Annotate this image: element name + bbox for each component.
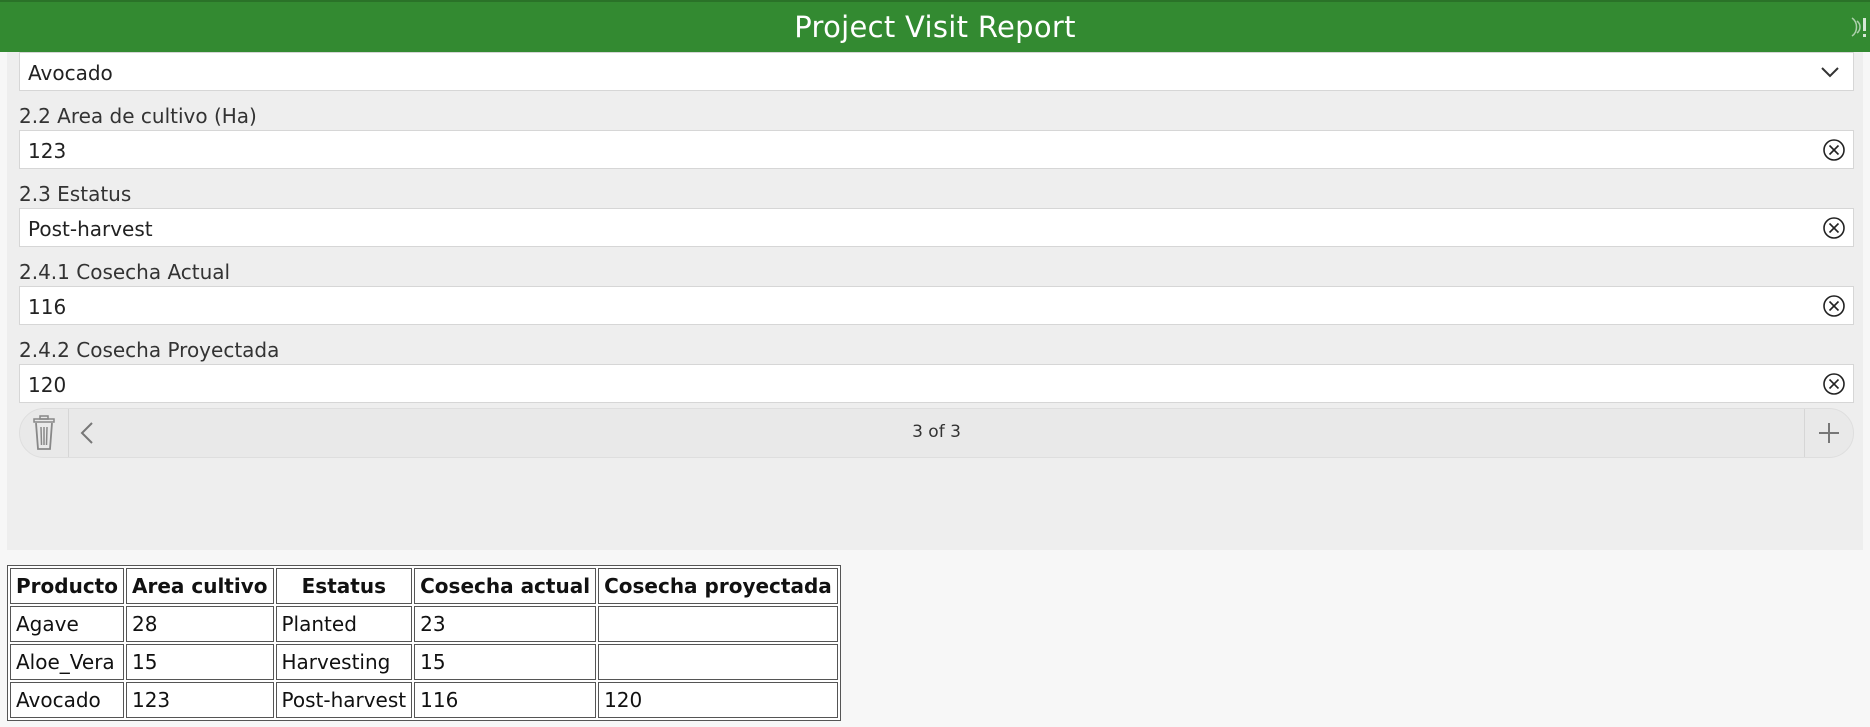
table-cell: 116 [414, 682, 597, 718]
table-cell: Agave [10, 606, 124, 642]
pager-position: 3 of 3 [912, 422, 961, 442]
column-header: Area cultivo [125, 568, 274, 604]
area-label: 2.2 Area de cultivo (Ha) [19, 104, 257, 128]
table-cell: 15 [125, 644, 274, 680]
column-header: Cosecha actual [414, 568, 597, 604]
repeat-pager: 3 of 3 [19, 408, 1854, 458]
clear-icon[interactable] [1822, 216, 1846, 240]
column-header: Cosecha proyectada [598, 568, 838, 604]
table-cell: Aloe_Vera [10, 644, 124, 680]
area-input[interactable]: 123 [19, 130, 1854, 169]
clear-icon[interactable] [1822, 138, 1846, 162]
table-cell: Harvesting [275, 644, 413, 680]
area-value: 123 [28, 139, 67, 163]
harvest-actual-input[interactable]: 116 [19, 286, 1854, 325]
table-cell: 123 [125, 682, 274, 718]
status-value: Post-harvest [28, 217, 153, 241]
product-select-value: Avocado [28, 61, 113, 85]
repeat-form-panel: Avocado 2.2 Area de cultivo (Ha) 123 2.3… [7, 52, 1863, 550]
table-row: Aloe_Vera 15 Harvesting 15 [10, 644, 838, 680]
harvest-projected-input[interactable]: 120 [19, 364, 1854, 403]
column-header: Estatus [275, 568, 413, 604]
page-title: Project Visit Report [794, 10, 1076, 44]
table-row: Avocado 123 Post-harvest 116 120 [10, 682, 838, 718]
status-input[interactable]: Post-harvest [19, 208, 1854, 247]
table-cell: 28 [125, 606, 274, 642]
column-header: Producto [10, 568, 124, 604]
table-cell: 15 [414, 644, 597, 680]
harvest-projected-value: 120 [28, 373, 67, 397]
clear-icon[interactable] [1822, 372, 1846, 396]
table-cell [598, 606, 838, 642]
chevron-down-icon[interactable] [1819, 62, 1841, 82]
status-label: 2.3 Estatus [19, 182, 132, 206]
table-cell: 23 [414, 606, 597, 642]
product-select[interactable]: Avocado [19, 52, 1854, 91]
harvest-actual-value: 116 [28, 295, 67, 319]
table-cell [598, 644, 838, 680]
summary-table: Producto Area cultivo Estatus Cosecha ac… [7, 565, 841, 721]
table-row: Agave 28 Planted 23 [10, 606, 838, 642]
harvest-actual-label: 2.4.1 Cosecha Actual [19, 260, 231, 284]
table-cell: 120 [598, 682, 838, 718]
connectivity-icon [1848, 12, 1870, 42]
harvest-projected-label: 2.4.2 Cosecha Proyectada [19, 338, 280, 362]
plus-icon[interactable] [1804, 409, 1853, 457]
clear-icon[interactable] [1822, 294, 1846, 318]
table-cell: Planted [275, 606, 413, 642]
table-cell: Avocado [10, 682, 124, 718]
app-header: Project Visit Report [0, 0, 1870, 52]
table-header-row: Producto Area cultivo Estatus Cosecha ac… [10, 568, 838, 604]
table-cell: Post-harvest [275, 682, 413, 718]
